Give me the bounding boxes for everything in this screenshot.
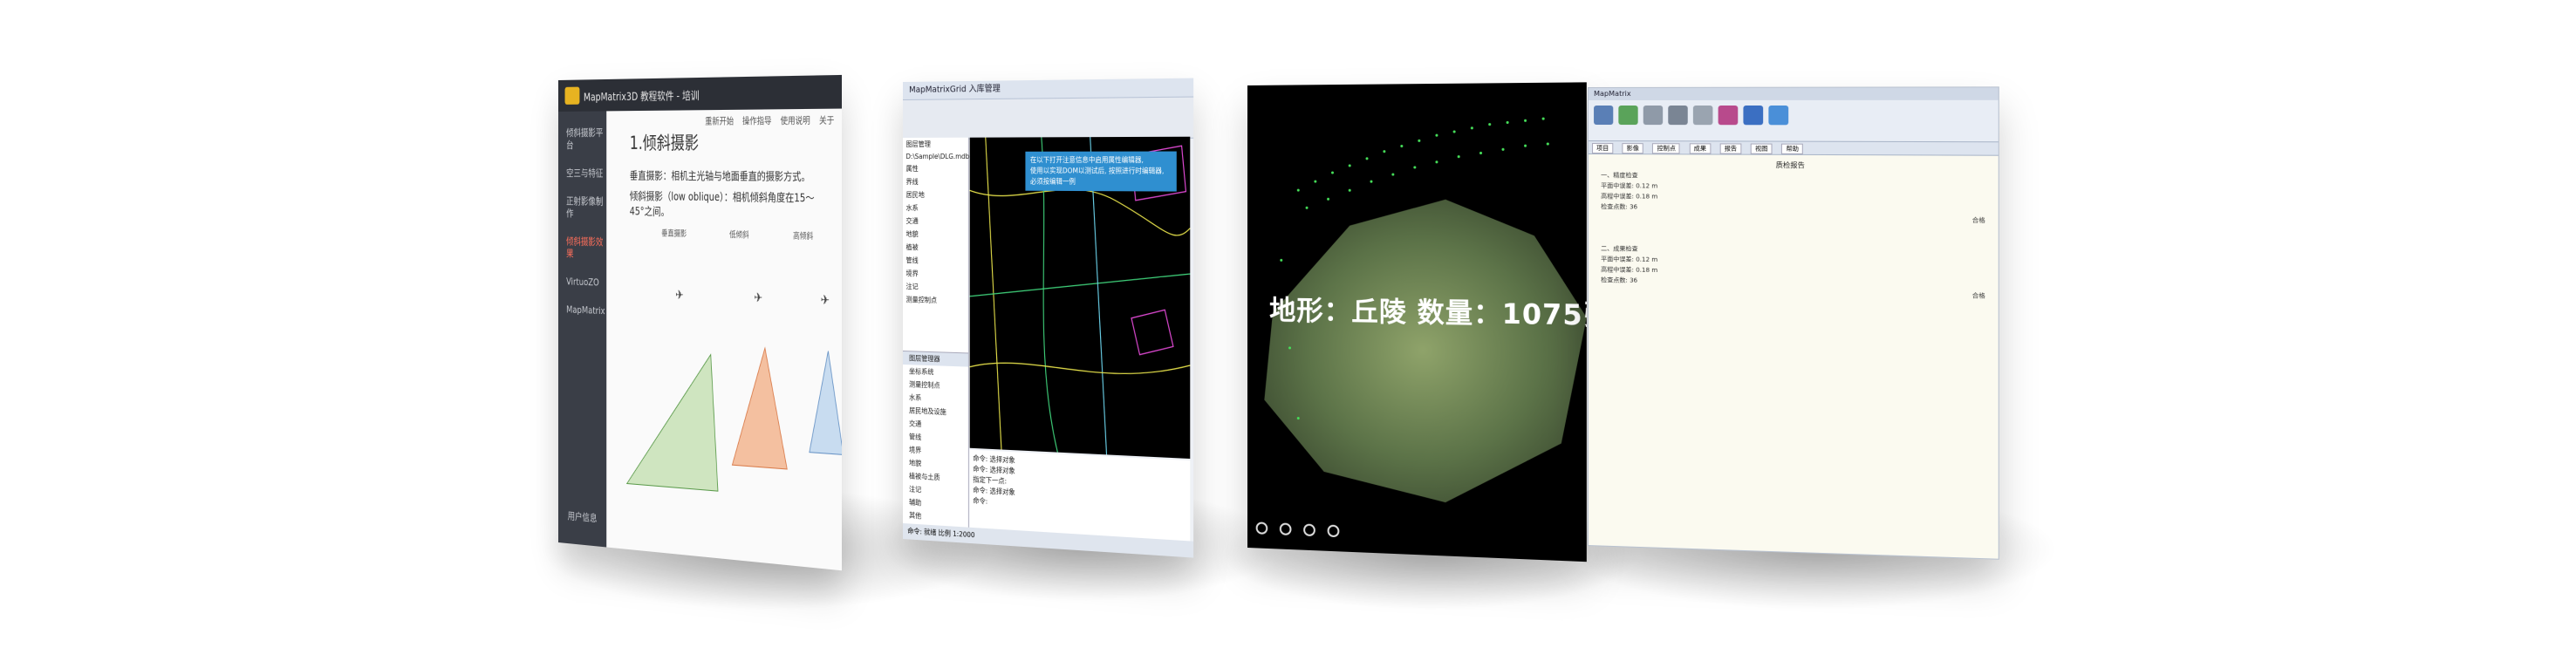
tree-item[interactable]: 管线	[903, 254, 968, 268]
tab[interactable]: 成果	[1689, 143, 1712, 154]
tree-item[interactable]: 界线	[903, 175, 968, 188]
cad-app-window: MapMatrixGrid 入库管理 图层管理 D:\Sample\DLG.md…	[903, 78, 1194, 558]
sidebar-item-oblique-platform[interactable]: 倾斜摄影平台	[558, 111, 606, 152]
tab[interactable]: 视图	[1750, 143, 1773, 154]
menu-about[interactable]: 关于	[819, 112, 834, 126]
settings-icon[interactable]	[1718, 105, 1739, 126]
sidebar-user[interactable]: 用户信息	[568, 508, 598, 525]
sidebar-item-mapmatrix[interactable]: MapMatrix	[558, 288, 606, 317]
tree-item[interactable]: 属性	[903, 162, 968, 175]
building-polygon	[1131, 309, 1173, 355]
tree-item[interactable]: 水系	[903, 201, 968, 215]
para-vertical: 垂直摄影：相机主光轴与地面垂直的摄影方式。	[629, 169, 810, 184]
terrain-mesh	[1264, 199, 1587, 508]
tree-item[interactable]: 交通	[903, 215, 968, 228]
high-oblique-footprint	[810, 351, 843, 455]
label-vertical: 垂直摄影	[661, 229, 687, 240]
tree-item[interactable]: 居民地	[903, 188, 968, 202]
tree-item[interactable]: 注记	[903, 280, 968, 295]
view-control-button[interactable]	[1279, 522, 1292, 536]
save-icon[interactable]	[1618, 105, 1638, 126]
screenshot-stage: MapMatrix3D 教程软件 - 培训 倾斜摄影平台 空三与特征 正射影像制…	[0, 0, 2576, 668]
open-icon[interactable]	[1594, 105, 1614, 126]
label-low-oblique: 低倾斜	[729, 230, 749, 241]
doc-tabs: 项目 影像 控制点 成果 报告 视图 帮助	[1589, 141, 1999, 156]
p1-title-bar: MapMatrix3D 教程软件 - 培训	[558, 74, 843, 112]
road-line	[970, 358, 1191, 377]
view-control-button[interactable]	[1255, 521, 1268, 535]
report-app-window: MapMatrix 项目 影像 控制点 成果 报告 视图 帮助 质检报告 一、精…	[1588, 86, 1999, 560]
menu-help[interactable]: 使用说明	[781, 112, 810, 126]
tab[interactable]: 报告	[1719, 143, 1742, 154]
drone-icon: ✈	[675, 289, 683, 303]
p4-title-bar: MapMatrix	[1589, 87, 1999, 100]
p1-window-title: MapMatrix3D 教程软件 - 培训	[583, 89, 700, 104]
tab[interactable]: 控制点	[1652, 143, 1681, 154]
image-icon[interactable]	[1643, 105, 1664, 126]
tree-item[interactable]: D:\Sample\DLG.mdb	[903, 151, 970, 162]
view-control-button[interactable]	[1327, 524, 1340, 538]
sidebar-item-virtuozo[interactable]: VirtuoZO	[558, 260, 606, 290]
feature-list: 图层管理器 坐标系统 测量控制点 水系 居民地及设施 交通 管线 境界 地貌 植…	[903, 351, 969, 534]
label-high-oblique: 高倾斜	[793, 232, 814, 242]
p2-toolbar[interactable]	[903, 97, 1194, 140]
tree-item[interactable]: 境界	[903, 267, 968, 282]
table-icon[interactable]	[1692, 105, 1713, 126]
info-tooltip: 在以下打开注意信息中启用属性编辑器, 使用以实现DOM以测试后, 按照进行时编辑…	[1025, 151, 1177, 192]
app-logo-icon	[564, 86, 580, 105]
layer-tree: 图层管理 D:\Sample\DLG.mdb 属性 界线 居民地 水系 交通 地…	[903, 137, 970, 353]
oblique-diagram: ✈ ✈ ✈	[613, 289, 843, 529]
p1-content: 重新开始 操作指导 使用说明 关于 1.倾斜摄影 垂直摄影：相机主光轴与地面垂直…	[606, 109, 843, 571]
drone-icon: ✈	[754, 291, 762, 306]
sidebar-item-aerial-triangulation[interactable]: 空三与特征	[558, 152, 606, 180]
drone-icon: ✈	[821, 294, 830, 309]
low-oblique-footprint	[732, 346, 787, 469]
sidebar-item-oblique-effect[interactable]: 倾斜摄影效果	[558, 220, 606, 262]
report-body: 质检报告 一、精度检查 平面中误差: 0.12 m 高程中误差: 0.18 m …	[1589, 154, 1999, 559]
tip-line: 使用以实现DOM以测试后, 按照进行时编辑器, 必须按编辑一例	[1029, 167, 1165, 186]
chart-icon[interactable]	[1668, 105, 1688, 126]
road-line	[970, 189, 1191, 235]
para-oblique: 倾斜摄影（low oblique）：相机倾斜角度在15～45°之间。	[629, 189, 815, 219]
tree-item[interactable]: 测量控制点	[903, 293, 968, 308]
info-icon[interactable]	[1768, 105, 1789, 126]
tab[interactable]: 影像	[1622, 143, 1643, 154]
boundary-line	[970, 269, 1191, 301]
p1-sidebar: 倾斜摄影平台 空三与特征 正射影像制作 倾斜摄影效果 VirtuoZO MapM…	[558, 111, 607, 548]
map-canvas[interactable]: 在以下打开注意信息中启用属性编辑器, 使用以实现DOM以测试后, 按照进行时编辑…	[970, 137, 1191, 460]
diagram-labels: 垂直摄影 低倾斜 高倾斜	[661, 227, 813, 242]
terrain-viewer-window[interactable]: 地形：丘陵 数量：1075张影像 耗时：	[1247, 82, 1587, 562]
vertical-footprint	[627, 351, 718, 491]
tree-item[interactable]: 地貌	[903, 228, 968, 242]
page-title: 1.倾斜摄影	[629, 132, 699, 154]
ribbon	[1589, 99, 1999, 143]
menu-restart[interactable]: 重新开始	[705, 113, 734, 127]
globe-icon[interactable]	[1743, 105, 1764, 126]
tree-item[interactable]: 植被	[903, 241, 968, 255]
tab[interactable]: 项目	[1592, 143, 1614, 154]
tree-item[interactable]: 图层管理	[903, 138, 968, 151]
tip-line: 在以下打开注意信息中启用属性编辑器,	[1029, 155, 1144, 165]
view-control-button[interactable]	[1303, 523, 1315, 537]
menu-guide[interactable]: 操作指导	[742, 113, 771, 127]
sidebar-item-orthophoto[interactable]: 正射影像制作	[558, 180, 606, 221]
p1-menu: 重新开始 操作指导 使用说明 关于	[705, 112, 834, 127]
tab[interactable]: 帮助	[1781, 143, 1804, 154]
command-window[interactable]: 命令: 选择对象 命令: 选择对象 指定下一点: 命令: 选择对象 命令:	[969, 449, 1191, 542]
training-app-window: MapMatrix3D 教程软件 - 培训 倾斜摄影平台 空三与特征 正射影像制…	[558, 74, 843, 571]
